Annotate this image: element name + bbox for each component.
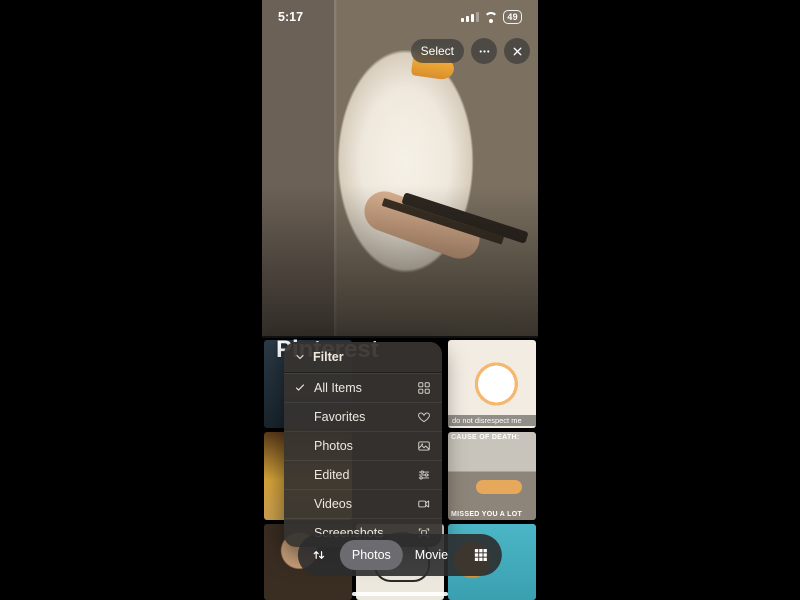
filter-popover: Filter All Items Favorites bbox=[284, 342, 442, 547]
grid-density-button[interactable] bbox=[464, 538, 498, 572]
close-icon bbox=[511, 45, 524, 58]
phone-screen: 5:17 49 Select Pinterest do not di bbox=[262, 0, 538, 600]
sliders-icon bbox=[416, 468, 432, 482]
cellular-icon bbox=[461, 12, 479, 22]
filter-item-edited[interactable]: Edited bbox=[284, 460, 442, 489]
sort-arrows-icon bbox=[311, 547, 327, 563]
close-button[interactable] bbox=[504, 38, 530, 64]
filter-item-label: Edited bbox=[314, 468, 408, 482]
video-icon bbox=[416, 497, 432, 511]
home-indicator[interactable] bbox=[352, 592, 448, 596]
filter-item-favorites[interactable]: Favorites bbox=[284, 402, 442, 431]
hero-art-gun bbox=[401, 192, 528, 244]
filter-item-photos[interactable]: Photos bbox=[284, 431, 442, 460]
filter-item-all[interactable]: All Items bbox=[284, 373, 442, 402]
more-button[interactable] bbox=[471, 38, 497, 64]
filter-item-videos[interactable]: Videos bbox=[284, 489, 442, 518]
sort-button[interactable] bbox=[302, 538, 336, 572]
grid-3x3-icon bbox=[473, 547, 489, 563]
view-mode-segment: Photos Movie bbox=[340, 540, 460, 570]
ellipsis-icon bbox=[478, 45, 491, 58]
bottom-toolbar: Photos Movie bbox=[298, 534, 502, 576]
hero-art-arm bbox=[359, 186, 485, 265]
filter-item-label: All Items bbox=[314, 381, 408, 395]
segment-photos[interactable]: Photos bbox=[340, 540, 403, 570]
filter-item-label: Photos bbox=[314, 439, 408, 453]
filter-popover-header[interactable]: Filter bbox=[284, 342, 442, 373]
battery-indicator: 49 bbox=[503, 10, 522, 24]
thumbnail[interactable]: CAUSE OF DEATH: MISSED YOU A LOT bbox=[448, 432, 536, 520]
status-bar: 5:17 49 bbox=[262, 4, 538, 30]
status-time: 5:17 bbox=[278, 10, 303, 24]
wifi-icon bbox=[484, 12, 498, 22]
check-icon bbox=[294, 381, 306, 395]
battery-level: 49 bbox=[503, 10, 522, 24]
segment-movie[interactable]: Movie bbox=[403, 540, 460, 570]
thumbnail[interactable]: do not disrespect me bbox=[448, 340, 536, 428]
filter-item-label: Favorites bbox=[314, 410, 408, 424]
photo-icon bbox=[416, 439, 432, 453]
thumbnail-caption: do not disrespect me bbox=[448, 415, 536, 426]
header-controls: Select bbox=[411, 38, 530, 64]
filter-item-label: Videos bbox=[314, 497, 408, 511]
thumbnail-caption: MISSED YOU A LOT bbox=[451, 511, 522, 518]
heart-icon bbox=[416, 410, 432, 424]
grid-icon bbox=[416, 381, 432, 395]
select-button[interactable]: Select bbox=[411, 39, 464, 63]
filter-title: Filter bbox=[313, 350, 344, 364]
thumbnail-caption: CAUSE OF DEATH: bbox=[451, 434, 520, 441]
chevron-down-icon bbox=[294, 351, 306, 363]
